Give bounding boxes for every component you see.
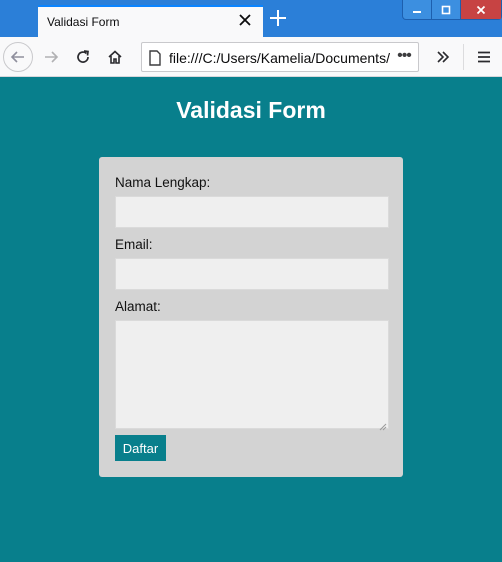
page-viewport: Validasi Form Nama Lengkap: Email: Alama… xyxy=(0,77,502,562)
name-input[interactable] xyxy=(115,196,389,228)
home-icon[interactable] xyxy=(100,42,130,72)
registration-form: Nama Lengkap: Email: Alamat: Daftar xyxy=(99,157,403,477)
maximize-icon[interactable] xyxy=(432,0,462,19)
browser-titlebar: Validasi Form xyxy=(0,0,502,37)
email-input[interactable] xyxy=(115,258,389,290)
resize-grip-icon[interactable] xyxy=(378,418,387,436)
page-actions-icon[interactable]: ••• xyxy=(393,47,415,67)
page-icon xyxy=(148,50,162,71)
new-tab-icon[interactable] xyxy=(268,8,288,28)
hamburger-menu-icon[interactable] xyxy=(469,42,499,72)
url-text[interactable]: file:///C:/Users/Kamelia/Documents/ xyxy=(169,50,391,66)
back-icon[interactable] xyxy=(3,42,33,72)
submit-button[interactable]: Daftar xyxy=(115,435,166,461)
name-label: Nama Lengkap: xyxy=(115,175,211,190)
email-label: Email: xyxy=(115,237,153,252)
close-tab-icon[interactable] xyxy=(236,11,254,29)
reload-icon[interactable] xyxy=(68,42,98,72)
tab-title: Validasi Form xyxy=(47,15,120,29)
overflow-chevron-icon[interactable] xyxy=(428,42,458,72)
close-window-icon[interactable] xyxy=(461,0,501,19)
forward-icon[interactable] xyxy=(36,42,66,72)
page-title: Validasi Form xyxy=(176,97,326,123)
toolbar-separator xyxy=(463,44,464,70)
browser-toolbar: file:///C:/Users/Kamelia/Documents/ ••• xyxy=(0,37,502,77)
address-label: Alamat: xyxy=(115,299,161,314)
url-bar[interactable]: file:///C:/Users/Kamelia/Documents/ ••• xyxy=(141,42,419,72)
window-controls xyxy=(402,0,502,20)
minimize-icon[interactable] xyxy=(403,0,433,19)
address-textarea[interactable] xyxy=(115,320,389,429)
browser-tab[interactable]: Validasi Form xyxy=(38,5,263,37)
